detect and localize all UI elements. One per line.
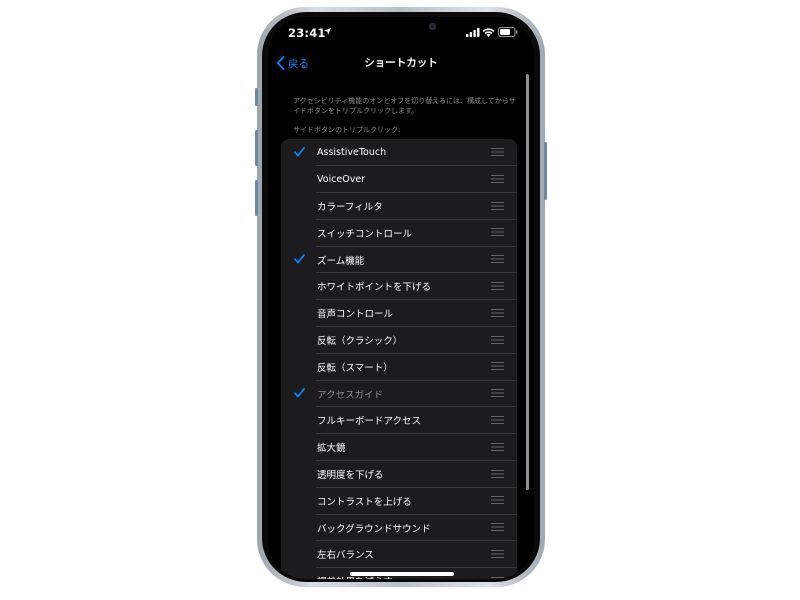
battery-icon (498, 27, 518, 37)
list-item-label: カラーフィルタ (317, 201, 383, 213)
list-item-label: コントラストを上げる (317, 496, 412, 508)
list-item[interactable]: バックグラウンドサウンド (281, 514, 517, 541)
side-button (544, 142, 547, 200)
status-time: 23:41 (288, 26, 326, 40)
volume-down-button (255, 180, 258, 216)
wifi-icon (482, 28, 495, 37)
scroll-indicator[interactable] (526, 74, 529, 490)
list-item-label: フルキーボードアクセス (317, 416, 422, 428)
cellular-signal-icon (466, 28, 480, 37)
list-item[interactable]: 透明度を下げる (281, 461, 517, 488)
list-item-label: スイッチコントロール (317, 228, 413, 240)
checkmark-icon (294, 147, 305, 157)
reorder-handle-icon[interactable] (491, 148, 504, 156)
list-item-label: 反転（スマート） (317, 362, 393, 374)
list-item-label: VoiceOver (317, 173, 366, 185)
list-item-label: 拡大鏡 (317, 443, 346, 455)
list-item-label: ズーム機能 (317, 255, 365, 267)
list-item-label: アクセスガイド (317, 389, 384, 401)
checkmark-icon (294, 254, 305, 264)
page-title: ショートカット (364, 57, 438, 69)
checkmark-icon (294, 388, 305, 398)
location-arrow-icon (323, 27, 332, 36)
list-item-label: 透明度を下げる (317, 469, 384, 481)
shortcut-list: AssistiveTouch VoiceOver カラーフィルタスイッチコントロール… (281, 139, 517, 579)
front-camera (429, 23, 436, 30)
list-item[interactable]: ホワイトポイントを下げる (281, 273, 517, 300)
list-item[interactable]: スイッチコントロール (281, 219, 517, 246)
list-item-label: バックグラウンドサウンド (317, 523, 431, 535)
reorder-handle-icon[interactable] (491, 228, 504, 237)
volume-up-button (255, 130, 258, 166)
description-text: アクセシビリティ機能のオンとオフを切り替えるには、構成してからサイドボタンをトリ… (293, 97, 516, 115)
notch (336, 17, 466, 41)
reorder-handle-icon[interactable] (491, 523, 504, 532)
list-item-label: 左右バランス (317, 550, 374, 562)
navigation-bar: 戻る ショートカット (268, 49, 534, 77)
reorder-handle-icon[interactable] (491, 308, 504, 317)
mute-switch (255, 88, 258, 106)
list-item[interactable]: VoiceOver (281, 166, 517, 193)
reorder-handle-icon[interactable] (491, 362, 504, 371)
home-indicator[interactable] (350, 572, 454, 576)
reorder-handle-icon[interactable] (491, 389, 504, 398)
reorder-handle-icon[interactable] (491, 174, 504, 183)
list-item[interactable]: 左右バランス (281, 541, 517, 568)
reorder-handle-icon[interactable] (491, 549, 504, 558)
list-item-label: 反転（クラシック） (317, 335, 403, 347)
reorder-handle-icon[interactable] (491, 415, 504, 424)
list-item-label: ホワイトポイントを下げる (317, 282, 432, 294)
reorder-handle-icon[interactable] (491, 281, 504, 290)
list-item[interactable]: AssistiveTouch (281, 139, 517, 166)
list-item[interactable]: ズーム機能 (281, 246, 517, 273)
list-item-label: AssistiveTouch (317, 146, 387, 158)
phone-screen: 23:41 戻る ショートカット アクセシビリティ機能のオンとオフを切り替えるに… (268, 17, 534, 579)
reorder-handle-icon[interactable] (491, 576, 504, 579)
reorder-handle-icon[interactable] (491, 442, 504, 451)
list-item[interactable]: 反転（スマート） (281, 353, 517, 380)
reorder-handle-icon[interactable] (491, 201, 504, 210)
list-item[interactable]: カラーフィルタ (281, 193, 517, 220)
list-item[interactable]: アクセスガイド (281, 380, 517, 407)
list-item[interactable]: コントラストを上げる (281, 487, 517, 514)
section-header: サイドボタンのトリプルクリック: (293, 126, 401, 134)
list-item[interactable]: 拡大鏡 (281, 434, 517, 461)
reorder-handle-icon[interactable] (491, 255, 504, 264)
reorder-handle-icon[interactable] (491, 335, 504, 344)
list-item[interactable]: フルキーボードアクセス (281, 407, 517, 434)
list-item-label: 音声コントロール (317, 309, 394, 321)
reorder-handle-icon[interactable] (491, 469, 504, 478)
list-item[interactable]: 音声コントロール (281, 300, 517, 327)
list-item[interactable]: 反転（クラシック） (281, 327, 517, 354)
reorder-handle-icon[interactable] (491, 496, 504, 505)
